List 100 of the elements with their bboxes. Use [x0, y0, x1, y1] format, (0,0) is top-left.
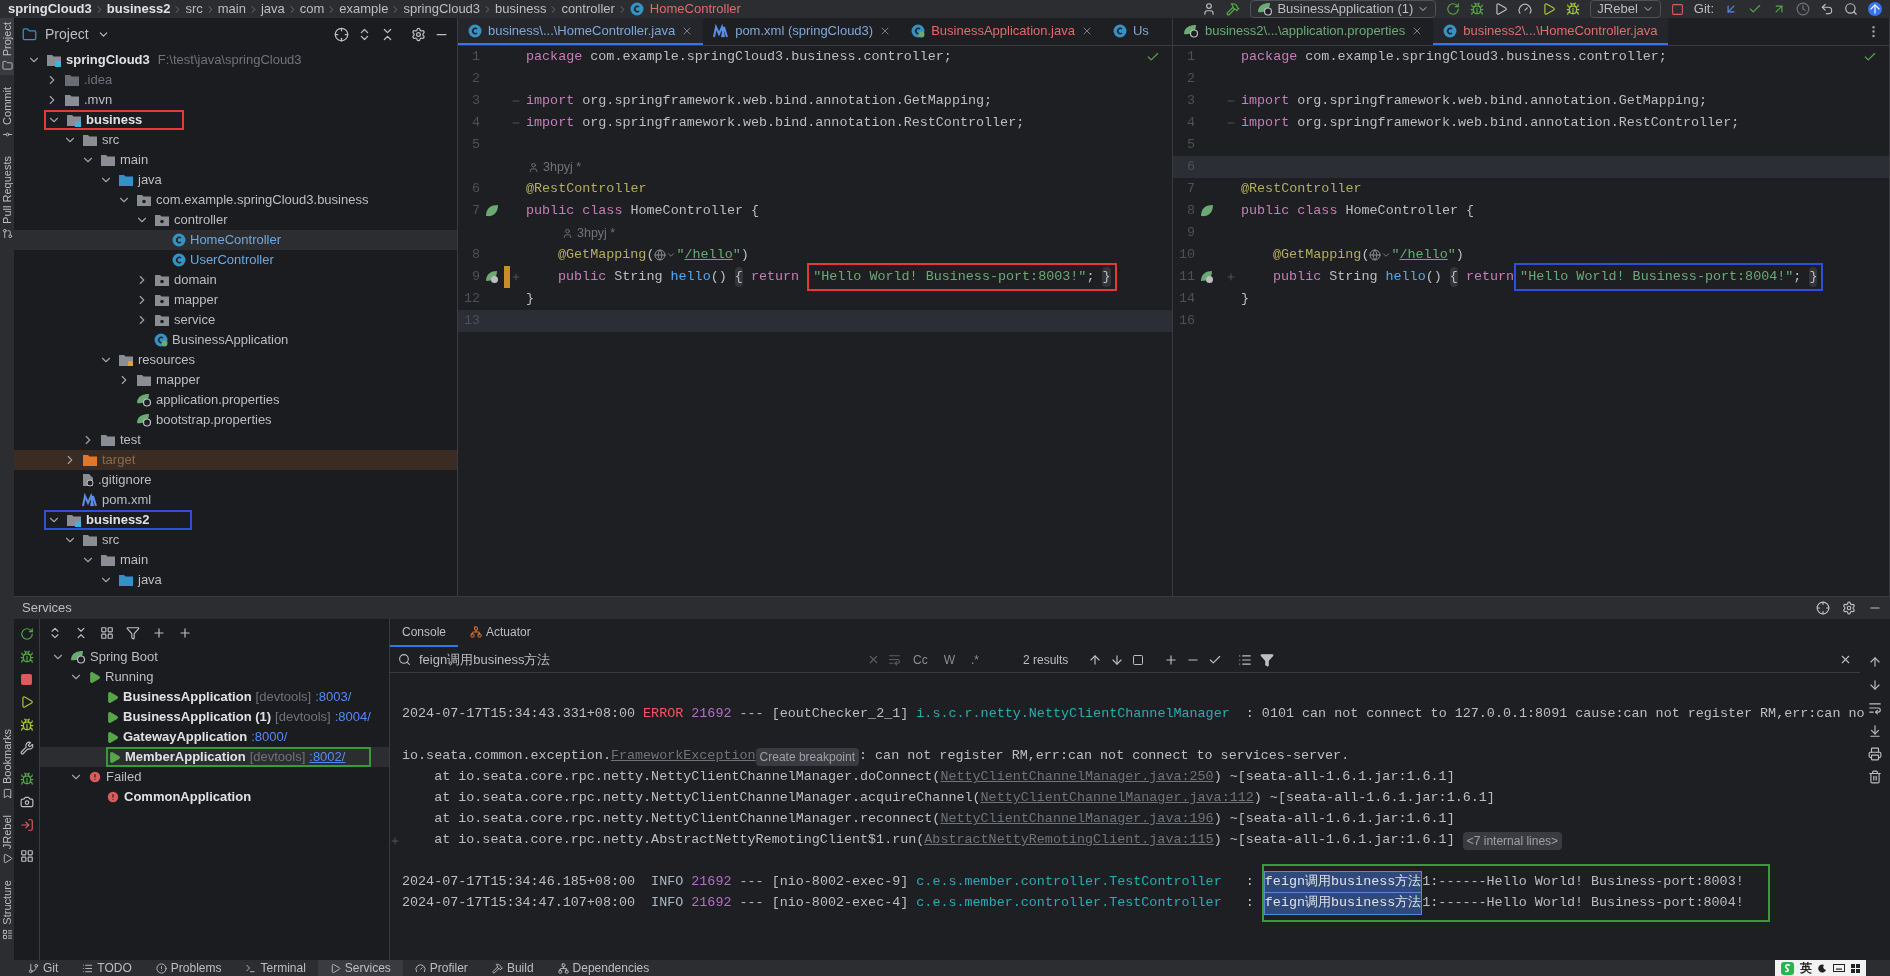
- tree-row[interactable]: GatewayApplication :8000/: [40, 727, 389, 747]
- tree-item-label[interactable]: controller: [174, 210, 228, 230]
- tree-row[interactable]: Spring Boot: [40, 647, 389, 667]
- console-tab[interactable]: Console: [390, 619, 459, 647]
- tree-row[interactable]: Running: [40, 667, 389, 687]
- port-link[interactable]: :8004/: [334, 707, 371, 727]
- stop-icon[interactable]: [1670, 2, 1684, 16]
- tree-item-label[interactable]: .idea: [84, 70, 113, 90]
- locate-icon[interactable]: [1816, 601, 1830, 615]
- author-hint[interactable]: 3hpyj *: [562, 223, 616, 243]
- globe-icon[interactable]: [1369, 249, 1392, 261]
- side-tab[interactable]: Structure: [0, 876, 14, 944]
- tree-row[interactable]: .idea: [14, 70, 457, 90]
- tree-item-label[interactable]: src: [102, 130, 120, 150]
- editor-tab[interactable]: Us: [1102, 18, 1159, 45]
- tree-row[interactable]: Failed: [40, 767, 389, 787]
- tree-row[interactable]: java: [14, 170, 457, 190]
- tree-item-label[interactable]: Failed: [106, 767, 142, 787]
- side-tab[interactable]: Bookmarks: [0, 725, 14, 804]
- wrench-icon[interactable]: [19, 741, 34, 755]
- tree-item-label[interactable]: java: [138, 170, 162, 190]
- search-option-toggle[interactable]: Cc: [909, 650, 932, 669]
- tree-row[interactable]: java: [14, 570, 457, 590]
- tree-row[interactable]: main: [14, 150, 457, 170]
- tool-window-tab[interactable]: Problems: [143, 960, 234, 976]
- tree-row[interactable]: src: [14, 530, 457, 550]
- rerun-icon[interactable]: [1446, 2, 1461, 16]
- tree-row[interactable]: mapper: [14, 290, 457, 310]
- search-icon[interactable]: [1844, 2, 1858, 16]
- tree-row[interactable]: HomeController: [14, 230, 457, 250]
- hint-label[interactable]: Create breakpoint: [755, 747, 859, 766]
- tree-row[interactable]: .gitignore: [14, 470, 457, 490]
- tree-item-label[interactable]: springCloud3: [66, 50, 150, 70]
- tree-item-label[interactable]: .gitignore: [98, 470, 152, 490]
- tool-window-tab[interactable]: Services: [317, 960, 403, 976]
- filter-lines-icon[interactable]: [1238, 652, 1253, 667]
- add-icon[interactable]: [178, 626, 192, 640]
- user-icon[interactable]: [1202, 2, 1217, 16]
- tool-window-tab[interactable]: Dependencies: [545, 960, 662, 976]
- tree-row[interactable]: springCloud3 F:\test\java\springCloud3: [14, 50, 457, 70]
- side-tab[interactable]: JRebel: [0, 811, 14, 869]
- build-icon[interactable]: [1226, 2, 1241, 16]
- editor-tab[interactable]: pom.xml (springCloud3): [703, 18, 902, 45]
- tree-row[interactable]: controller: [14, 210, 457, 230]
- tree-item-label[interactable]: business2: [86, 510, 150, 530]
- previous-icon[interactable]: [1088, 652, 1103, 667]
- upgrade-icon[interactable]: [1868, 2, 1882, 16]
- breadcrumb-item[interactable]: HomeController: [649, 0, 741, 19]
- breadcrumb-item[interactable]: controller: [561, 0, 615, 19]
- globe-leaf-icon[interactable]: [1200, 270, 1214, 284]
- tree-row[interactable]: BusinessApplication [devtools] :8003/: [40, 687, 389, 707]
- breadcrumb-item[interactable]: springCloud3: [403, 0, 481, 19]
- editor-tab[interactable]: business\...\HomeController.java: [458, 18, 704, 45]
- select-all-icon[interactable]: [1132, 653, 1145, 666]
- breadcrumb-item[interactable]: src: [185, 0, 203, 19]
- tree-item-label[interactable]: com.example.springCloud3.business: [156, 190, 369, 210]
- filter-icon[interactable]: [126, 626, 140, 640]
- breadcrumb-item[interactable]: business: [495, 0, 547, 19]
- tree-row[interactable]: resources: [14, 350, 457, 370]
- tree-row[interactable]: business2: [14, 510, 457, 530]
- editor-tab[interactable]: BusinessApplication.java: [901, 18, 1103, 45]
- tool-window-tab[interactable]: Terminal: [233, 960, 318, 976]
- profiler-icon[interactable]: [1518, 2, 1533, 16]
- print-icon[interactable]: [1868, 747, 1882, 761]
- close-icon[interactable]: [1839, 653, 1852, 666]
- scroll-down-icon[interactable]: [1868, 678, 1882, 692]
- tree-row[interactable]: BusinessApplication (1) [devtools] :8004/: [40, 707, 389, 727]
- scroll-up-icon[interactable]: [1868, 655, 1882, 669]
- tree-item-label[interactable]: src: [102, 530, 120, 550]
- add-occurrence-icon[interactable]: [1164, 652, 1179, 667]
- tree-item-label[interactable]: GatewayApplication: [123, 727, 248, 747]
- tree-item-label[interactable]: test: [120, 430, 141, 450]
- tree-item-label[interactable]: main: [120, 150, 149, 170]
- settings-icon[interactable]: [1842, 601, 1856, 615]
- tree-row[interactable]: test: [14, 430, 457, 450]
- rollback-icon[interactable]: [1820, 2, 1834, 16]
- search-field[interactable]: feign调用business方法: [419, 649, 859, 670]
- tree-item-label[interactable]: java: [138, 570, 162, 590]
- collapse-all-icon[interactable]: [74, 626, 88, 640]
- history-icon[interactable]: [1796, 2, 1810, 16]
- tool-window-tab[interactable]: Build: [479, 960, 546, 976]
- jrebel-debug-icon[interactable]: [19, 718, 34, 732]
- tool-window-tab[interactable]: TODO: [70, 960, 144, 976]
- coverage-icon[interactable]: [1494, 2, 1509, 16]
- jrebel-run-icon[interactable]: [1542, 2, 1557, 16]
- breadcrumb-item[interactable]: com: [299, 0, 325, 19]
- tree-item-label[interactable]: Running: [105, 667, 154, 687]
- tree-item-label[interactable]: business: [86, 110, 143, 130]
- tree-row[interactable]: domain: [14, 270, 457, 290]
- tree-row[interactable]: pom.xml: [14, 490, 457, 510]
- settings-icon[interactable]: [411, 26, 426, 42]
- input-method-bar[interactable]: 英: [1775, 960, 1866, 976]
- tree-item-label[interactable]: resources: [138, 350, 196, 370]
- console-tab[interactable]: Actuator: [458, 619, 543, 647]
- jrebel-run-icon[interactable]: [19, 695, 34, 709]
- file-link[interactable]: NettyClientChannelManager.java:112: [980, 788, 1254, 809]
- tree-row[interactable]: business: [14, 110, 457, 130]
- rerun-icon[interactable]: [19, 627, 34, 641]
- port-link[interactable]: :8002/: [309, 747, 346, 767]
- tree-row[interactable]: src: [14, 130, 457, 150]
